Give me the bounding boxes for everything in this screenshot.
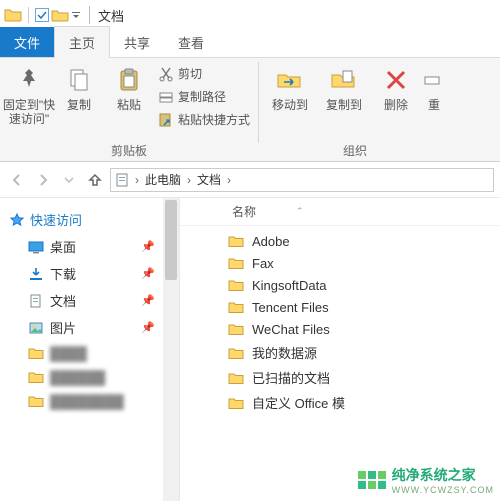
breadcrumb-documents[interactable]: 文档 — [195, 171, 223, 188]
pictures-icon — [28, 320, 44, 336]
separator — [89, 6, 90, 24]
sidebar-item-desktop[interactable]: 桌面 📌 — [10, 233, 175, 260]
cut-button[interactable]: 剪切 — [156, 64, 252, 83]
list-item[interactable]: 自定义 Office 模 — [180, 390, 500, 415]
copy-path-icon — [158, 89, 174, 105]
chevron-right-icon[interactable]: › — [223, 173, 235, 187]
folder-icon — [228, 345, 244, 361]
qat-dropdown[interactable] — [71, 6, 81, 24]
sidebar-item[interactable]: ████████ — [10, 389, 175, 413]
move-to-button[interactable]: 移动到 — [265, 62, 315, 114]
list-item[interactable]: WeChat Files — [180, 318, 500, 340]
back-button[interactable] — [6, 169, 28, 191]
separator — [28, 7, 29, 23]
paste-icon — [113, 64, 145, 96]
sidebar-item[interactable]: ████ — [10, 341, 175, 365]
pin-icon: 📌 — [141, 267, 155, 280]
folder-icon — [228, 395, 244, 411]
folder-icon — [28, 369, 44, 385]
list-item[interactable]: Tencent Files — [180, 296, 500, 318]
chevron-up-icon: ⌃ — [296, 206, 304, 217]
desktop-icon — [28, 239, 44, 255]
paste-shortcut-button[interactable]: 粘贴快捷方式 — [156, 110, 252, 129]
breadcrumb-this-pc[interactable]: 此电脑 — [143, 171, 183, 188]
navigation-pane: 快速访问 桌面 📌 下载 📌 文档 📌 图片 📌 — [0, 198, 180, 501]
folder-icon — [28, 345, 44, 361]
folder-icon — [228, 299, 244, 315]
main-area: 快速访问 桌面 📌 下载 📌 文档 📌 图片 📌 — [0, 198, 500, 501]
folder-icon — [228, 277, 244, 293]
chevron-right-icon[interactable]: › — [183, 173, 195, 187]
tab-view[interactable]: 查看 — [164, 27, 218, 57]
recent-dropdown[interactable] — [58, 169, 80, 191]
ribbon-group-clipboard: 固定到"快 速访问" 复制 粘贴 剪切 — [0, 58, 258, 161]
copy-icon — [63, 64, 95, 96]
folder-icon — [228, 233, 244, 249]
folder-icon — [228, 370, 244, 386]
paste-shortcut-icon — [158, 112, 174, 128]
tab-home[interactable]: 主页 — [54, 26, 110, 58]
tab-file[interactable]: 文件 — [0, 27, 54, 57]
ribbon-group-organize: 移动到 复制到 删除 重 组织 — [259, 58, 451, 161]
ribbon-group-label: 剪贴板 — [6, 140, 252, 159]
documents-location-icon — [115, 172, 131, 188]
scrollbar-thumb[interactable] — [165, 200, 177, 280]
list-item[interactable]: 已扫描的文档 — [180, 365, 500, 390]
star-icon — [10, 213, 24, 227]
forward-button[interactable] — [32, 169, 54, 191]
quick-access-header[interactable]: 快速访问 — [10, 206, 175, 233]
rename-icon — [418, 64, 450, 96]
window-title: 文档 — [98, 6, 124, 25]
sidebar-item-documents[interactable]: 文档 📌 — [10, 287, 175, 314]
column-header-name[interactable]: 名称 ⌃ — [228, 203, 308, 220]
folder-icon — [4, 6, 22, 24]
downloads-icon — [28, 266, 44, 282]
tab-share[interactable]: 共享 — [110, 27, 164, 57]
documents-icon — [28, 293, 44, 309]
list-item[interactable]: KingsoftData — [180, 274, 500, 296]
column-header-row: 名称 ⌃ — [180, 198, 500, 226]
ribbon-group-label: 组织 — [265, 140, 445, 159]
copy-path-button[interactable]: 复制路径 — [156, 87, 252, 106]
address-bar[interactable]: › 此电脑 › 文档 › — [110, 168, 494, 192]
folder-icon — [228, 321, 244, 337]
pin-to-quick-access-button[interactable]: 固定到"快 速访问" — [6, 62, 52, 129]
quick-access-toolbar — [4, 6, 81, 24]
file-list: 名称 ⌃ Adobe Fax KingsoftData Tencent File… — [180, 198, 500, 501]
sidebar-item-downloads[interactable]: 下载 📌 — [10, 260, 175, 287]
ribbon-tabs: 文件 主页 共享 查看 — [0, 30, 500, 58]
copy-button[interactable]: 复制 — [56, 62, 102, 114]
rename-button[interactable]: 重 — [423, 62, 445, 114]
copy-to-button[interactable]: 复制到 — [319, 62, 369, 114]
pin-icon: 📌 — [141, 240, 155, 253]
scrollbar[interactable] — [163, 198, 179, 501]
ribbon: 固定到"快 速访问" 复制 粘贴 剪切 — [0, 58, 500, 162]
move-to-icon — [274, 64, 306, 96]
address-bar-row: › 此电脑 › 文档 › — [0, 162, 500, 198]
folder-icon — [28, 393, 44, 409]
logo-icon — [358, 471, 386, 489]
list-item[interactable]: Fax — [180, 252, 500, 274]
chevron-right-icon[interactable]: › — [131, 173, 143, 187]
copy-to-icon — [328, 64, 360, 96]
sidebar-item-pictures[interactable]: 图片 📌 — [10, 314, 175, 341]
sidebar-item[interactable]: ██████ — [10, 365, 175, 389]
folder-icon — [228, 255, 244, 271]
pin-icon: 📌 — [141, 294, 155, 307]
pin-icon — [13, 64, 45, 96]
checkbox-qat[interactable] — [35, 8, 49, 22]
delete-icon — [380, 64, 412, 96]
list-item[interactable]: 我的数据源 — [180, 340, 500, 365]
list-item[interactable]: Adobe — [180, 230, 500, 252]
paste-button[interactable]: 粘贴 — [106, 62, 152, 114]
cut-icon — [158, 66, 174, 82]
watermark: 纯净系统之家 WWW.YCWZSY.COM — [358, 465, 494, 495]
folder-icon[interactable] — [51, 6, 69, 24]
delete-button[interactable]: 删除 — [373, 62, 419, 114]
up-button[interactable] — [84, 169, 106, 191]
pin-icon: 📌 — [141, 321, 155, 334]
